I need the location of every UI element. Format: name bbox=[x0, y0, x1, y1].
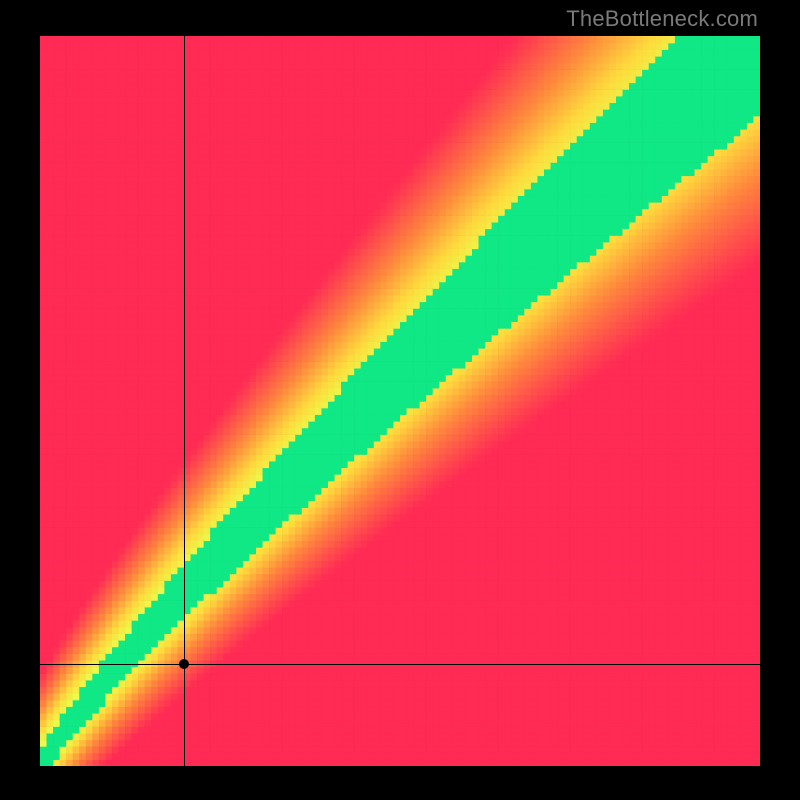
crosshair-vertical bbox=[184, 36, 185, 766]
heatmap-canvas bbox=[40, 36, 760, 766]
heatmap-plot bbox=[40, 36, 760, 766]
watermark-text: TheBottleneck.com bbox=[566, 6, 758, 32]
crosshair-horizontal bbox=[40, 664, 760, 665]
chart-frame: TheBottleneck.com bbox=[0, 0, 800, 800]
selection-marker bbox=[179, 659, 189, 669]
